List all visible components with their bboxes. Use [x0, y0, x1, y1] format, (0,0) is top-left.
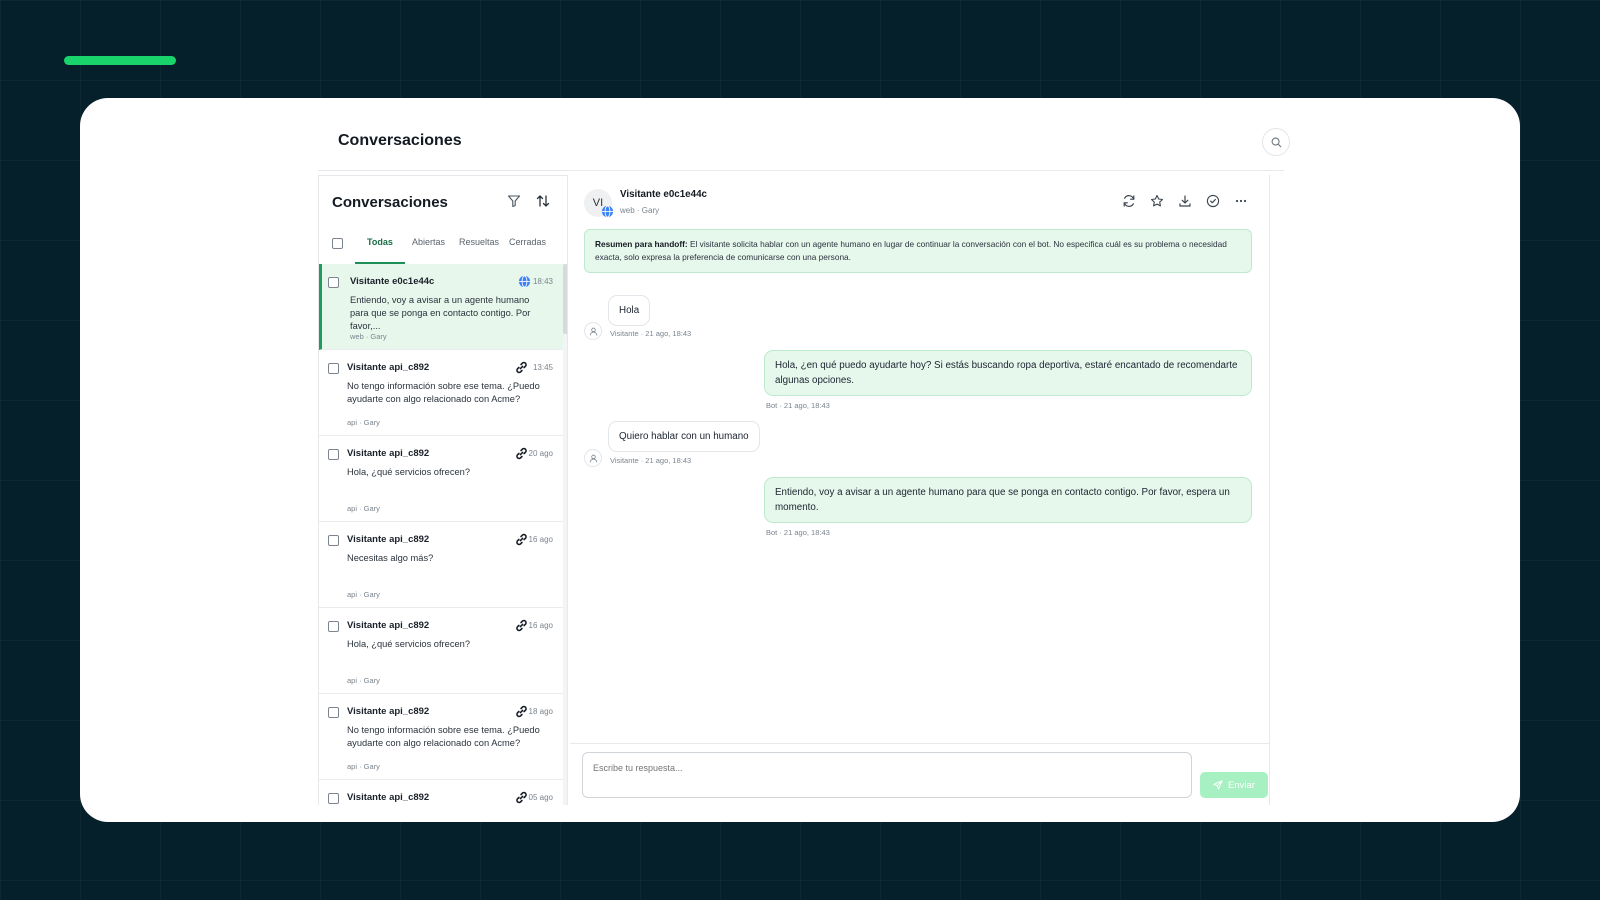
- visitor-avatar: [584, 449, 602, 467]
- conversation-meta: api · Gary: [347, 418, 380, 427]
- conversation-item[interactable]: Visitante api_c892 18 ago No tengo infor…: [319, 694, 563, 780]
- conversation-time: 16 ago: [528, 621, 553, 630]
- link-icon: [515, 361, 528, 374]
- reply-input[interactable]: [582, 752, 1192, 798]
- conversation-preview: Necesitas algo más?: [347, 553, 434, 563]
- conversation-preview: Entiendo, voy a avisar a un agente human…: [350, 295, 531, 331]
- composer-divider: [570, 743, 1270, 744]
- conversation-name: Visitante api_c892: [347, 706, 430, 717]
- user-icon: [589, 327, 597, 335]
- visitor-message: Quiero hablar con un humano: [608, 421, 760, 452]
- conversation-time: 18:43: [532, 277, 553, 286]
- conversation-name: Visitante e0c1e44c: [350, 276, 435, 287]
- tab-resueltas[interactable]: Resueltas: [459, 237, 499, 247]
- link-icon: [515, 533, 528, 546]
- search-icon: [1271, 137, 1281, 147]
- list-scrollbar-thumb[interactable]: [563, 264, 567, 334]
- summary-label: Resumen para handoff:: [595, 239, 688, 249]
- conversation-time: 18 ago: [528, 707, 553, 716]
- visitor-message: Hola: [608, 295, 651, 326]
- app-window: Conversaciones Conversaciones Todas Abie…: [80, 98, 1520, 822]
- conversation-name: Visitante api_c892: [347, 792, 430, 803]
- visitor-meta: web · Gary: [620, 206, 660, 215]
- chat-panel: VI Visitante e0c1e44c web · Gary Resumen…: [570, 175, 1270, 805]
- conversation-preview: No tengo información sobre ese tema. ¿Pu…: [347, 381, 540, 404]
- message-meta: Bot · 21 ago, 18:43: [766, 528, 830, 537]
- summary-text: El visitante solicita hablar con un agen…: [595, 239, 1227, 262]
- link-icon: [515, 619, 528, 632]
- conversation-preview: Hola, ¿qué servicios ofrecen?: [347, 639, 470, 649]
- link-icon: [515, 447, 528, 460]
- conversation-item[interactable]: Visitante api_c892 20 ago Hola, ¿qué ser…: [319, 436, 563, 522]
- search-button[interactable]: [1262, 128, 1290, 156]
- conversation-name: Visitante api_c892: [347, 448, 430, 459]
- conversation-checkbox[interactable]: [328, 707, 339, 718]
- conversation-item[interactable]: Visitante e0c1e44c 18:43 Entiendo, voy a…: [319, 264, 563, 350]
- conversation-time: 16 ago: [528, 535, 553, 544]
- conversation-meta: api · Gary: [347, 762, 380, 771]
- send-icon: [1213, 780, 1223, 790]
- message-meta: Bot · 21 ago, 18:43: [766, 401, 830, 410]
- list-title: Conversaciones: [332, 194, 448, 211]
- conversation-meta: api · Gary: [347, 676, 380, 685]
- download-icon[interactable]: [1177, 193, 1193, 209]
- more-icon[interactable]: [1233, 193, 1249, 209]
- link-icon: [515, 705, 528, 718]
- conversation-checkbox[interactable]: [328, 793, 339, 804]
- conversation-item[interactable]: Visitante api_c892 05 ago: [319, 780, 563, 805]
- user-icon: [589, 454, 597, 462]
- conversation-preview: Hola, ¿qué servicios ofrecen?: [347, 467, 470, 477]
- send-label: Enviar: [1228, 779, 1255, 791]
- globe-icon: [518, 275, 531, 288]
- conversation-checkbox[interactable]: [328, 363, 339, 374]
- header-divider: [318, 170, 1284, 171]
- star-icon[interactable]: [1149, 193, 1165, 209]
- sort-icon[interactable]: [535, 193, 553, 211]
- filter-icon[interactable]: [507, 194, 523, 210]
- message-meta: Visitante · 21 ago, 18:43: [610, 456, 692, 465]
- conversation-name: Visitante api_c892: [347, 620, 430, 631]
- tab-abiertas[interactable]: Abiertas: [412, 237, 445, 247]
- conversation-checkbox[interactable]: [328, 277, 339, 288]
- select-all-checkbox[interactable]: [332, 238, 343, 249]
- message-meta: Visitante · 21 ago, 18:43: [610, 329, 692, 338]
- conversation-preview: No tengo información sobre ese tema. ¿Pu…: [347, 725, 540, 748]
- conversation-checkbox[interactable]: [328, 449, 339, 460]
- globe-icon: [601, 205, 614, 218]
- conversation-time: 13:45: [532, 363, 553, 372]
- conversation-item[interactable]: Visitante api_c892 16 ago Necesitas algo…: [319, 522, 563, 608]
- conversation-meta: web · Gary: [350, 332, 387, 341]
- chat-actions: [1121, 193, 1249, 209]
- conversation-time: 05 ago: [528, 793, 553, 802]
- conversation-meta: api · Gary: [347, 504, 380, 513]
- tab-todas[interactable]: Todas: [367, 237, 393, 247]
- status-tabs: Todas Abiertas Resueltas Cerradas: [319, 228, 557, 265]
- tab-cerradas[interactable]: Cerradas: [509, 237, 546, 247]
- conversation-time: 20 ago: [528, 449, 553, 458]
- list-header: Conversaciones: [319, 176, 567, 228]
- page-title: Conversaciones: [338, 132, 462, 149]
- conversation-item[interactable]: Visitante api_c892 16 ago Hola, ¿qué ser…: [319, 608, 563, 694]
- conversation-list-panel: Conversaciones Todas Abiertas Resueltas …: [318, 175, 568, 805]
- chat-header: VI Visitante e0c1e44c web · Gary: [570, 175, 1269, 225]
- link-icon: [515, 791, 528, 804]
- conversation-list: Visitante e0c1e44c 18:43 Entiendo, voy a…: [319, 264, 563, 805]
- conversation-name: Visitante api_c892: [347, 534, 430, 545]
- handoff-summary: Resumen para handoff: El visitante solic…: [584, 229, 1252, 273]
- conversation-checkbox[interactable]: [328, 535, 339, 546]
- conversation-name: Visitante api_c892: [347, 362, 430, 373]
- conversation-meta: api · Gary: [347, 590, 380, 599]
- list-scrollbar[interactable]: [563, 264, 567, 805]
- bot-message: Hola, ¿en qué puedo ayudarte hoy? Si est…: [764, 350, 1252, 396]
- visitor-avatar: [584, 322, 602, 340]
- conversation-item[interactable]: Visitante api_c892 13:45 No tengo inform…: [319, 350, 563, 436]
- visitor-name: Visitante e0c1e44c: [620, 189, 707, 200]
- bot-message: Entiendo, voy a avisar a un agente human…: [764, 477, 1252, 523]
- conversation-checkbox[interactable]: [328, 621, 339, 632]
- check-circle-icon[interactable]: [1205, 193, 1221, 209]
- send-button[interactable]: Enviar: [1200, 772, 1268, 798]
- refresh-icon[interactable]: [1121, 193, 1137, 209]
- accent-bar: [64, 56, 176, 65]
